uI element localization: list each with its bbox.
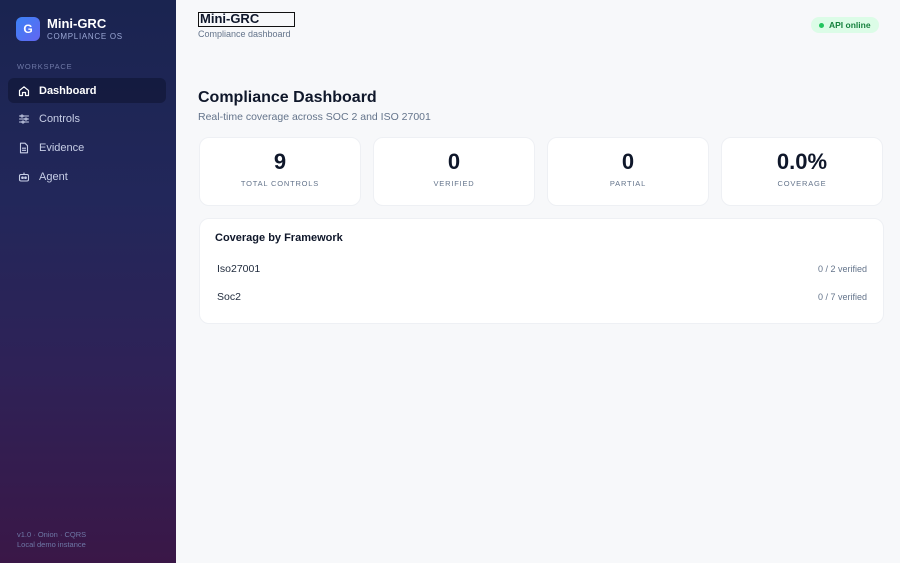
- framework-count: 0 / 7 verified: [817, 292, 867, 302]
- framework-count: 0 / 2 verified: [817, 264, 867, 274]
- stat-value: 0.0%: [776, 149, 828, 174]
- framework-coverage-card: Coverage by Framework Iso27001 0 / 2 ver…: [199, 218, 884, 324]
- framework-name: Soc2: [217, 291, 241, 303]
- status-dot-icon: [819, 22, 824, 28]
- home-icon: [18, 85, 30, 97]
- stat-card-partial: 0 PARTIAL: [547, 137, 709, 206]
- stat-value: 9: [273, 149, 287, 174]
- sidebar-nav: Dashboard Controls Evidence Agent: [8, 78, 166, 193]
- stat-label: COVERAGE: [777, 179, 827, 188]
- api-status-text: API online: [829, 20, 871, 30]
- stat-card-coverage: 0.0% COVERAGE: [721, 137, 883, 206]
- brand[interactable]: G Mini-GRC COMPLIANCE OS: [16, 16, 123, 42]
- framework-row-soc2: Soc2 0 / 7 verified: [217, 291, 867, 307]
- sidebar-item-dashboard[interactable]: Dashboard: [8, 78, 166, 103]
- header-title: Mini-GRC: [198, 12, 295, 27]
- sidebar: G Mini-GRC COMPLIANCE OS WORKSPACE Dashb…: [0, 0, 176, 563]
- sidebar-item-agent[interactable]: Agent: [8, 164, 166, 189]
- page-subtitle: Real-time coverage across SOC 2 and ISO …: [198, 111, 431, 123]
- sidebar-item-controls[interactable]: Controls: [8, 107, 166, 132]
- header-subtitle: Compliance dashboard: [198, 29, 291, 39]
- stat-value: 0: [621, 149, 635, 174]
- api-status-badge: API online: [811, 17, 879, 33]
- stat-value: 0: [447, 149, 461, 174]
- sidebar-item-label: Controls: [39, 113, 80, 126]
- sidebar-item-label: Agent: [39, 170, 68, 183]
- brand-subtitle: COMPLIANCE OS: [47, 32, 123, 41]
- stat-label: PARTIAL: [609, 179, 647, 188]
- stat-label: TOTAL CONTROLS: [240, 179, 320, 188]
- brand-logo: G: [16, 17, 40, 41]
- sidebar-section-label: WORKSPACE: [17, 62, 73, 71]
- sidebar-footer: v1.0 · Onion · CQRS Local demo instance: [17, 530, 86, 550]
- stat-card-total-controls: 9 TOTAL CONTROLS: [199, 137, 361, 206]
- sliders-icon: [18, 113, 30, 125]
- robot-icon: [18, 171, 30, 183]
- stat-card-verified: 0 VERIFIED: [373, 137, 535, 206]
- framework-name: Iso27001: [217, 263, 261, 275]
- sidebar-item-label: Dashboard: [39, 84, 97, 97]
- stat-label: VERIFIED: [433, 179, 475, 188]
- sidebar-item-label: Evidence: [39, 141, 85, 154]
- instance-text: Local demo instance: [17, 540, 86, 549]
- version-text: v1.0 · Onion · CQRS: [17, 530, 87, 539]
- document-icon: [18, 142, 30, 154]
- brand-name: Mini-GRC: [47, 16, 107, 31]
- page-title: Compliance Dashboard: [198, 89, 377, 106]
- sidebar-item-evidence[interactable]: Evidence: [8, 135, 166, 160]
- framework-row-iso27001: Iso27001 0 / 2 verified: [217, 263, 867, 279]
- framework-card-title: Coverage by Framework: [215, 232, 343, 244]
